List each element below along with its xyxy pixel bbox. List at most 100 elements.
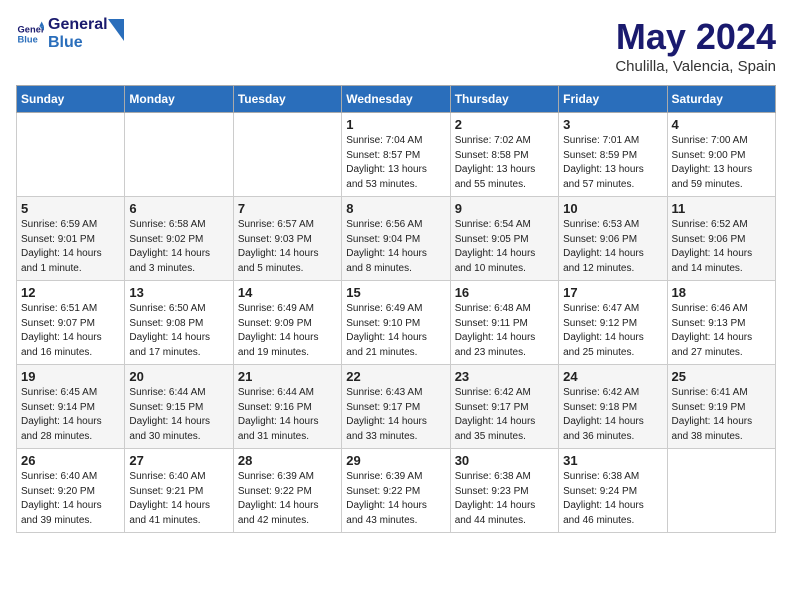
day-number: 12 — [21, 285, 120, 300]
day-cell — [125, 113, 233, 197]
day-cell: 14Sunrise: 6:49 AM Sunset: 9:09 PM Dayli… — [233, 281, 341, 365]
day-info: Sunrise: 6:54 AM Sunset: 9:05 PM Dayligh… — [455, 218, 554, 276]
day-info: Sunrise: 6:39 AM Sunset: 9:22 PM Dayligh… — [238, 470, 337, 528]
col-header-wednesday: Wednesday — [342, 86, 450, 113]
day-cell: 5 Sunrise: 6:59 AM Sunset: 9:01 PM Daylig… — [17, 197, 125, 281]
day-cell: 22Sunrise: 6:43 AM Sunset: 9:17 PM Dayli… — [342, 365, 450, 449]
day-number: 27 — [129, 453, 228, 468]
col-header-sunday: Sunday — [17, 86, 125, 113]
day-info: Sunrise: 6:44 AM Sunset: 9:15 PM Dayligh… — [129, 386, 228, 444]
day-number: 20 — [129, 369, 228, 384]
day-number: 30 — [455, 453, 554, 468]
logo-arrow-icon — [108, 19, 124, 41]
logo-line2: Blue — [48, 34, 108, 52]
calendar-table: SundayMondayTuesdayWednesdayThursdayFrid… — [16, 85, 776, 533]
day-info: Sunrise: 6:38 AM Sunset: 9:23 PM Dayligh… — [455, 470, 554, 528]
day-info: Sunrise: 6:57 AM Sunset: 9:03 PM Dayligh… — [238, 218, 337, 276]
day-cell: 7 Sunrise: 6:57 AM Sunset: 9:03 PM Daylig… — [233, 197, 341, 281]
week-row-2: 5 Sunrise: 6:59 AM Sunset: 9:01 PM Daylig… — [17, 197, 776, 281]
main-title: May 2024 — [615, 16, 776, 58]
day-cell: 2 Sunrise: 7:02 AM Sunset: 8:58 PM Daylig… — [450, 113, 558, 197]
day-cell: 11 Sunrise: 6:52 AM Sunset: 9:06 PM Dayli… — [667, 197, 775, 281]
page: General Blue General Blue May 2024 Chuli… — [0, 0, 792, 543]
day-info: Sunrise: 6:49 AM Sunset: 9:10 PM Dayligh… — [346, 302, 445, 360]
day-info: Sunrise: 6:50 AM Sunset: 9:08 PM Dayligh… — [129, 302, 228, 360]
day-number: 9 — [455, 201, 554, 216]
day-cell: 15Sunrise: 6:49 AM Sunset: 9:10 PM Dayli… — [342, 281, 450, 365]
day-cell: 25Sunrise: 6:41 AM Sunset: 9:19 PM Dayli… — [667, 365, 775, 449]
day-cell: 21Sunrise: 6:44 AM Sunset: 9:16 PM Dayli… — [233, 365, 341, 449]
day-number: 18 — [672, 285, 771, 300]
day-cell: 18Sunrise: 6:46 AM Sunset: 9:13 PM Dayli… — [667, 281, 775, 365]
day-cell: 6Sunrise: 6:58 AM Sunset: 9:02 PM Daylig… — [125, 197, 233, 281]
col-header-friday: Friday — [559, 86, 667, 113]
day-info: Sunrise: 6:40 AM Sunset: 9:20 PM Dayligh… — [21, 470, 120, 528]
day-number: 1 — [346, 117, 445, 132]
day-number: 23 — [455, 369, 554, 384]
day-number: 21 — [238, 369, 337, 384]
day-info: Sunrise: 6:47 AM Sunset: 9:12 PM Dayligh… — [563, 302, 662, 360]
day-info: Sunrise: 6:58 AM Sunset: 9:02 PM Dayligh… — [129, 218, 228, 276]
day-cell: 19 Sunrise: 6:45 AM Sunset: 9:14 PM Dayli… — [17, 365, 125, 449]
day-cell: 10 Sunrise: 6:53 AM Sunset: 9:06 PM Dayli… — [559, 197, 667, 281]
logo-line1: General — [48, 16, 108, 34]
day-number: 4 — [672, 117, 771, 132]
svg-text:Blue: Blue — [18, 34, 38, 44]
day-info: Sunrise: 7:04 AM Sunset: 8:57 PM Dayligh… — [346, 134, 445, 192]
day-info: Sunrise: 6:59 AM Sunset: 9:01 PM Dayligh… — [21, 218, 120, 276]
day-cell: 30 Sunrise: 6:38 AM Sunset: 9:23 PM Dayli… — [450, 449, 558, 533]
day-cell: 3Sunrise: 7:01 AM Sunset: 8:59 PM Daylig… — [559, 113, 667, 197]
week-row-5: 26 Sunrise: 6:40 AM Sunset: 9:20 PM Dayli… — [17, 449, 776, 533]
day-number: 2 — [455, 117, 554, 132]
day-number: 22 — [346, 369, 445, 384]
day-info: Sunrise: 6:38 AM Sunset: 9:24 PM Dayligh… — [563, 470, 662, 528]
day-cell: 1 Sunrise: 7:04 AM Sunset: 8:57 PM Daylig… — [342, 113, 450, 197]
day-info: Sunrise: 6:39 AM Sunset: 9:22 PM Dayligh… — [346, 470, 445, 528]
header: General Blue General Blue May 2024 Chuli… — [16, 16, 776, 75]
day-cell: 12 Sunrise: 6:51 AM Sunset: 9:07 PM Dayli… — [17, 281, 125, 365]
day-cell — [667, 449, 775, 533]
logo: General Blue General Blue — [16, 16, 124, 51]
day-cell: 8 Sunrise: 6:56 AM Sunset: 9:04 PM Daylig… — [342, 197, 450, 281]
day-cell: 4Sunrise: 7:00 AM Sunset: 9:00 PM Daylig… — [667, 113, 775, 197]
day-cell: 16Sunrise: 6:48 AM Sunset: 9:11 PM Dayli… — [450, 281, 558, 365]
day-info: Sunrise: 6:56 AM Sunset: 9:04 PM Dayligh… — [346, 218, 445, 276]
day-number: 28 — [238, 453, 337, 468]
day-number: 3 — [563, 117, 662, 132]
week-row-1: 1 Sunrise: 7:04 AM Sunset: 8:57 PM Daylig… — [17, 113, 776, 197]
day-cell — [233, 113, 341, 197]
day-cell: 20 Sunrise: 6:44 AM Sunset: 9:15 PM Dayli… — [125, 365, 233, 449]
day-cell: 27Sunrise: 6:40 AM Sunset: 9:21 PM Dayli… — [125, 449, 233, 533]
day-number: 29 — [346, 453, 445, 468]
day-info: Sunrise: 6:45 AM Sunset: 9:14 PM Dayligh… — [21, 386, 120, 444]
day-number: 14 — [238, 285, 337, 300]
day-number: 7 — [238, 201, 337, 216]
day-cell: 29 Sunrise: 6:39 AM Sunset: 9:22 PM Dayli… — [342, 449, 450, 533]
day-number: 26 — [21, 453, 120, 468]
day-info: Sunrise: 6:53 AM Sunset: 9:06 PM Dayligh… — [563, 218, 662, 276]
day-cell: 13 Sunrise: 6:50 AM Sunset: 9:08 PM Dayli… — [125, 281, 233, 365]
day-cell: 17 Sunrise: 6:47 AM Sunset: 9:12 PM Dayli… — [559, 281, 667, 365]
day-cell: 31 Sunrise: 6:38 AM Sunset: 9:24 PM Dayli… — [559, 449, 667, 533]
col-header-thursday: Thursday — [450, 86, 558, 113]
day-number: 10 — [563, 201, 662, 216]
day-cell: 24Sunrise: 6:42 AM Sunset: 9:18 PM Dayli… — [559, 365, 667, 449]
day-cell: 23Sunrise: 6:42 AM Sunset: 9:17 PM Dayli… — [450, 365, 558, 449]
day-number: 31 — [563, 453, 662, 468]
day-info: Sunrise: 7:02 AM Sunset: 8:58 PM Dayligh… — [455, 134, 554, 192]
day-info: Sunrise: 6:42 AM Sunset: 9:18 PM Dayligh… — [563, 386, 662, 444]
title-block: May 2024 Chulilla, Valencia, Spain — [615, 16, 776, 75]
day-cell: 26 Sunrise: 6:40 AM Sunset: 9:20 PM Dayli… — [17, 449, 125, 533]
day-number: 17 — [563, 285, 662, 300]
day-number: 16 — [455, 285, 554, 300]
day-number: 5 — [21, 201, 120, 216]
day-cell: 28 Sunrise: 6:39 AM Sunset: 9:22 PM Dayli… — [233, 449, 341, 533]
day-number: 13 — [129, 285, 228, 300]
day-info: Sunrise: 6:51 AM Sunset: 9:07 PM Dayligh… — [21, 302, 120, 360]
day-number: 25 — [672, 369, 771, 384]
day-number: 8 — [346, 201, 445, 216]
day-number: 19 — [21, 369, 120, 384]
col-header-tuesday: Tuesday — [233, 86, 341, 113]
day-number: 11 — [672, 201, 771, 216]
day-info: Sunrise: 6:52 AM Sunset: 9:06 PM Dayligh… — [672, 218, 771, 276]
